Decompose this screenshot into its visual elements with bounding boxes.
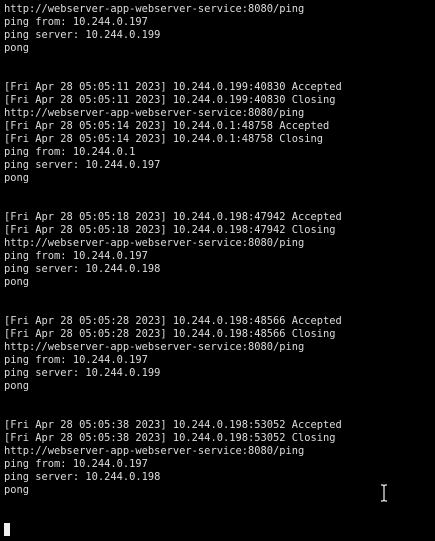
terminal-window[interactable]: http://webserver-app-webserver-service:8… <box>0 0 435 541</box>
terminal-line: ping server: 10.244.0.199 <box>4 367 161 379</box>
terminal-line: ping from: 10.244.0.197 <box>4 16 148 28</box>
terminal-line: http://webserver-app-webserver-service:8… <box>4 445 305 457</box>
terminal-output: http://webserver-app-webserver-service:8… <box>4 3 342 497</box>
terminal-line: http://webserver-app-webserver-service:8… <box>4 107 305 119</box>
terminal-line: pong <box>4 276 30 288</box>
terminal-line: [Fri Apr 28 05:05:18 2023] 10.244.0.198:… <box>4 211 342 223</box>
block-cursor-icon <box>4 523 10 536</box>
terminal-line: [Fri Apr 28 05:05:11 2023] 10.244.0.199:… <box>4 81 342 93</box>
terminal-line: ping server: 10.244.0.197 <box>4 159 161 171</box>
prompt-line[interactable] <box>4 523 10 536</box>
terminal-line: ping server: 10.244.0.199 <box>4 29 161 41</box>
text-cursor-icon <box>381 484 387 502</box>
terminal-line: ping from: 10.244.0.1 <box>4 146 136 158</box>
terminal-line: pong <box>4 172 30 184</box>
terminal-line: [Fri Apr 28 05:05:38 2023] 10.244.0.198:… <box>4 432 336 444</box>
terminal-line: ping server: 10.244.0.198 <box>4 471 161 483</box>
terminal-line: pong <box>4 380 30 392</box>
terminal-line: ping from: 10.244.0.197 <box>4 250 148 262</box>
terminal-line: http://webserver-app-webserver-service:8… <box>4 341 305 353</box>
terminal-line: ping from: 10.244.0.197 <box>4 354 148 366</box>
terminal-line: [Fri Apr 28 05:05:14 2023] 10.244.0.1:48… <box>4 120 330 132</box>
terminal-line: pong <box>4 484 30 496</box>
terminal-line: [Fri Apr 28 05:05:28 2023] 10.244.0.198:… <box>4 328 336 340</box>
terminal-line: ping server: 10.244.0.198 <box>4 263 161 275</box>
terminal-line: pong <box>4 42 30 54</box>
terminal-line: [Fri Apr 28 05:05:14 2023] 10.244.0.1:48… <box>4 133 324 145</box>
terminal-line: http://webserver-app-webserver-service:8… <box>4 237 305 249</box>
terminal-line: [Fri Apr 28 05:05:38 2023] 10.244.0.198:… <box>4 419 342 431</box>
terminal-line: http://webserver-app-webserver-service:8… <box>4 3 305 15</box>
terminal-line: [Fri Apr 28 05:05:28 2023] 10.244.0.198:… <box>4 315 342 327</box>
terminal-line: ping from: 10.244.0.197 <box>4 458 148 470</box>
terminal-line: [Fri Apr 28 05:05:18 2023] 10.244.0.198:… <box>4 224 336 236</box>
terminal-line: [Fri Apr 28 05:05:11 2023] 10.244.0.199:… <box>4 94 336 106</box>
